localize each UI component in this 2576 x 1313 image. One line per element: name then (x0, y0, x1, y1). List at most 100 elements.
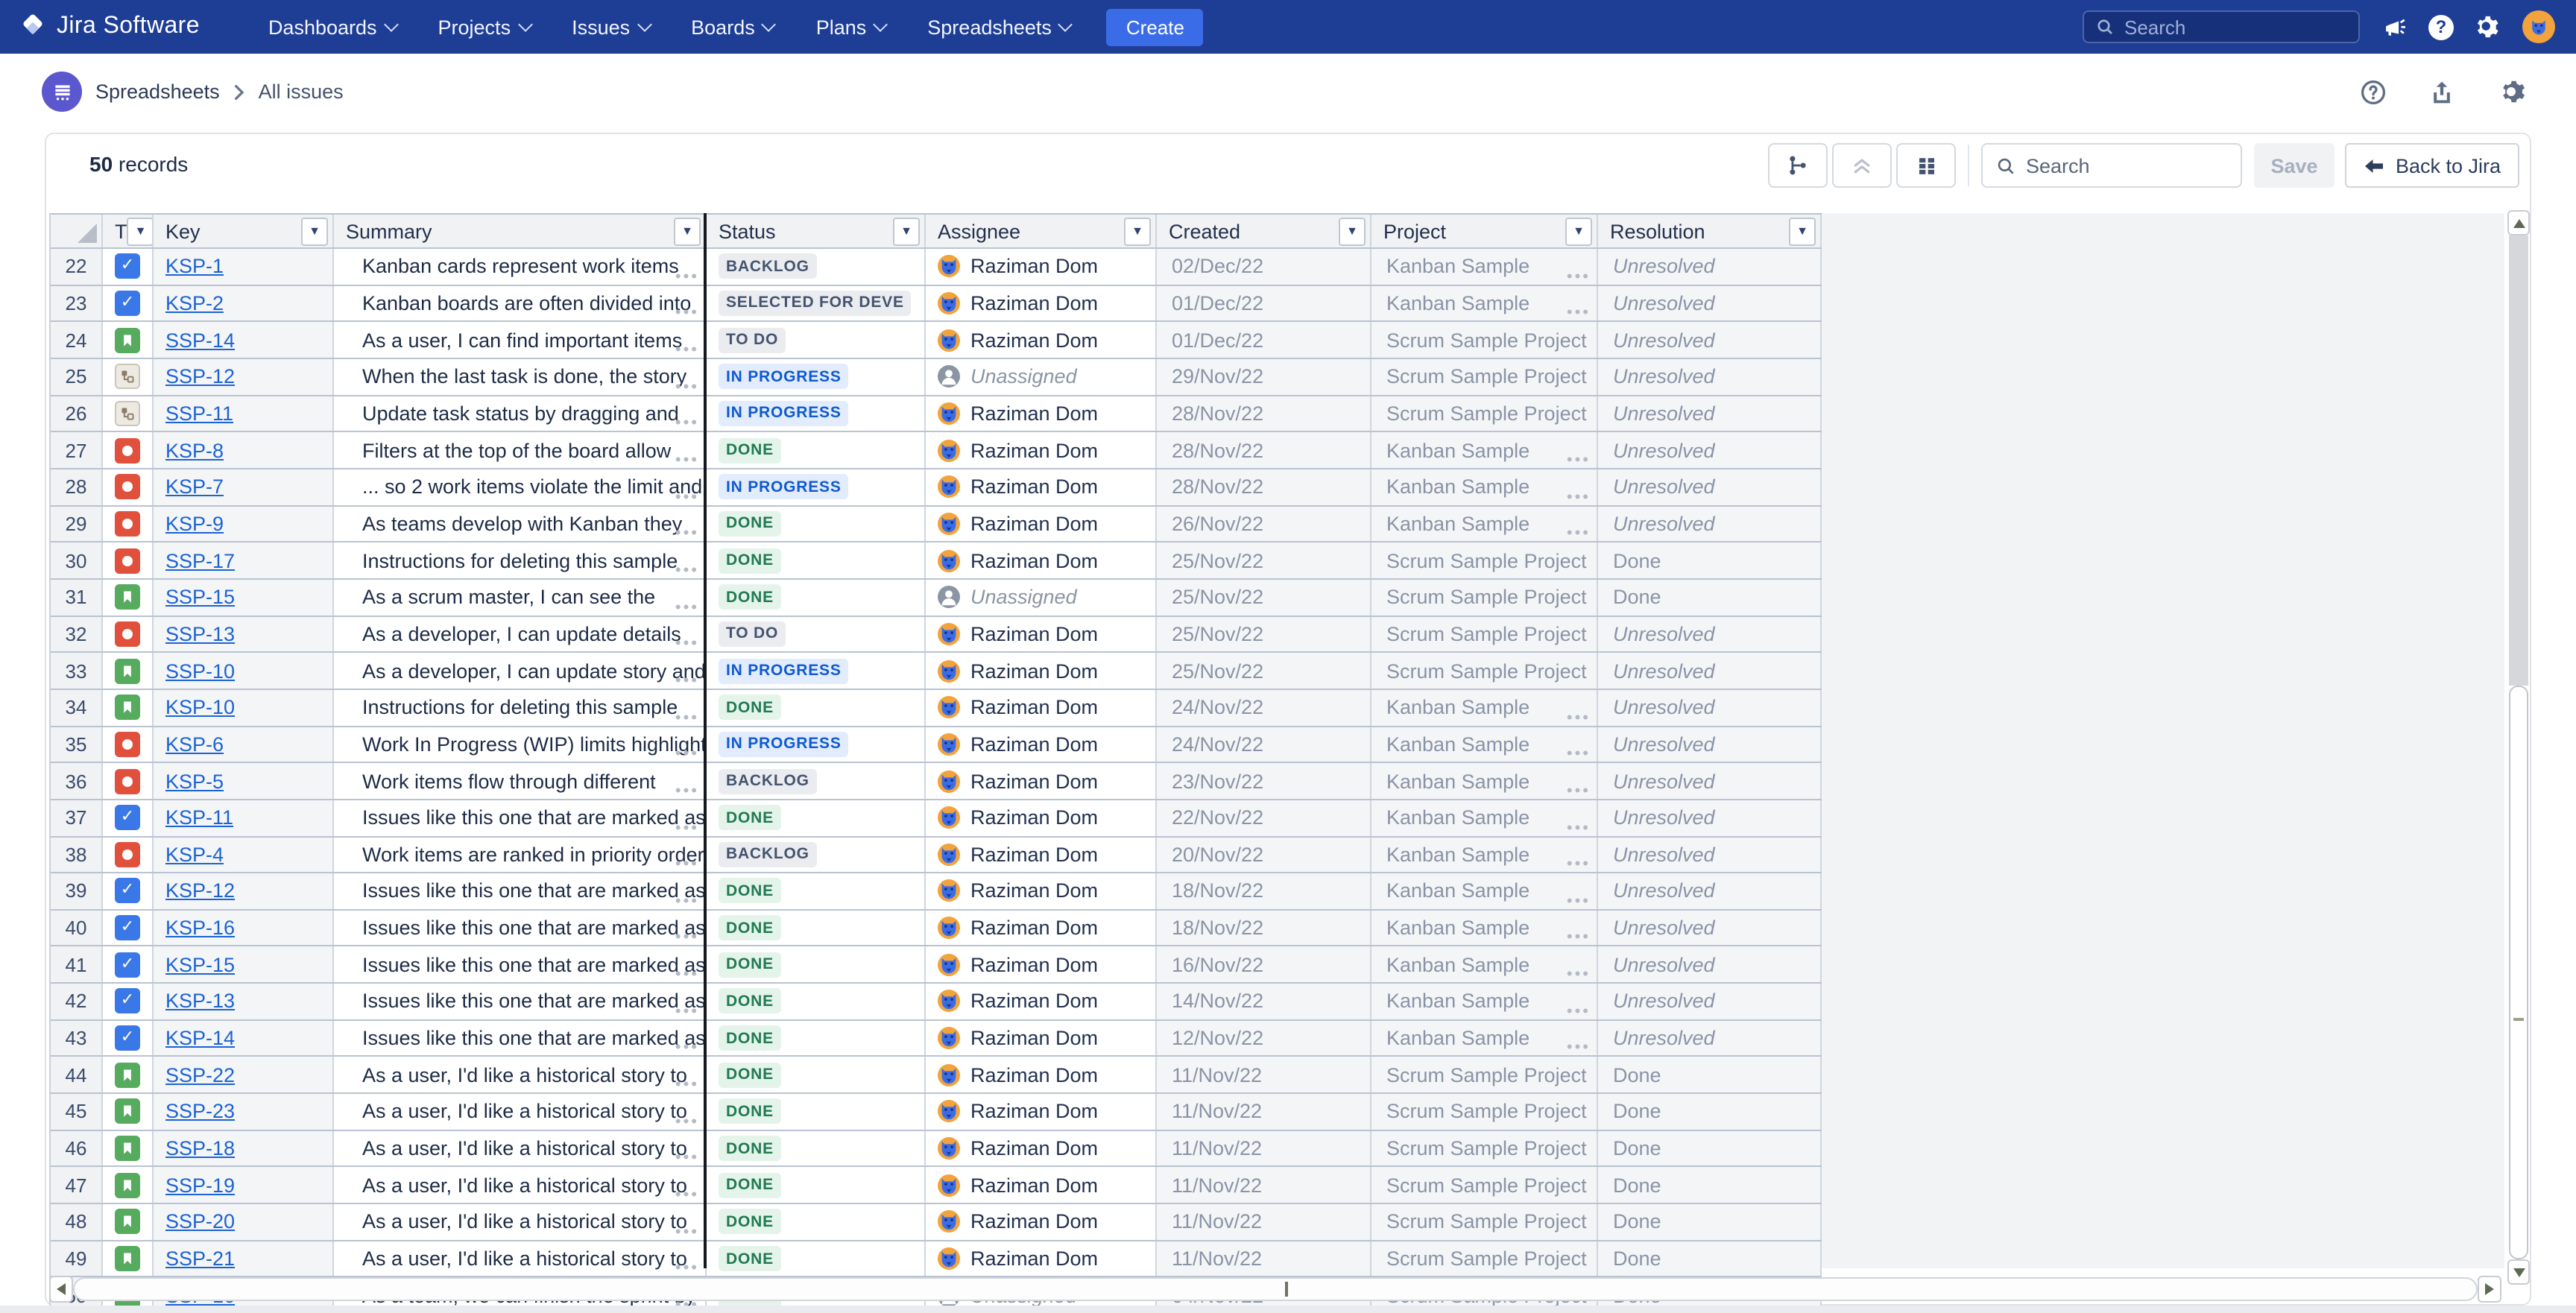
created-cell[interactable]: 25/Nov/22 (1157, 580, 1371, 615)
assignee-cell[interactable]: Raziman Dom (926, 1094, 1157, 1129)
issue-type-cell[interactable] (103, 359, 154, 394)
filter-dropdown-button[interactable]: ▼ (1789, 217, 1816, 245)
created-cell[interactable]: 01/Dec/22 (1157, 323, 1371, 358)
issue-key-link[interactable]: KSP-9 (165, 513, 224, 535)
project-cell[interactable]: Scrum Sample Project (1371, 616, 1598, 651)
summary-cell[interactable]: As a developer, I can update details••• (334, 616, 707, 651)
row-number[interactable]: 35 (51, 727, 103, 762)
assignee-cell[interactable]: Raziman Dom (926, 616, 1157, 651)
project-cell[interactable]: Kanban Sample••• (1371, 763, 1598, 798)
issue-key-cell[interactable]: SSP-15 (154, 580, 334, 615)
assignee-cell[interactable]: Raziman Dom (926, 433, 1157, 468)
scroll-left-button[interactable] (49, 1276, 73, 1303)
resolution-cell[interactable]: Done (1598, 1094, 1822, 1129)
issue-key-cell[interactable]: SSP-11 (154, 396, 334, 431)
status-cell[interactable]: DONE (707, 800, 926, 835)
summary-cell[interactable]: Work items flow through different••• (334, 763, 707, 798)
issue-key-link[interactable]: SSP-14 (165, 329, 235, 351)
row-number[interactable]: 36 (51, 763, 103, 798)
nav-item-projects[interactable]: Projects (438, 16, 531, 38)
created-cell[interactable]: 20/Nov/22 (1157, 837, 1371, 872)
project-cell[interactable]: Scrum Sample Project (1371, 1094, 1598, 1129)
status-cell[interactable]: DONE (707, 580, 926, 615)
issue-key-link[interactable]: SSP-11 (165, 402, 233, 425)
issue-key-cell[interactable]: SSP-13 (154, 616, 334, 651)
issue-key-link[interactable]: KSP-13 (165, 990, 235, 1013)
row-number[interactable]: 25 (51, 359, 103, 394)
issue-key-cell[interactable]: KSP-6 (154, 727, 334, 762)
assignee-cell[interactable]: Raziman Dom (926, 249, 1157, 284)
column-header-t[interactable]: T▼ (103, 215, 154, 247)
issue-key-link[interactable]: KSP-16 (165, 917, 235, 939)
project-cell[interactable]: Scrum Sample Project (1371, 543, 1598, 578)
issue-type-cell[interactable] (103, 469, 154, 504)
nav-item-boards[interactable]: Boards (691, 16, 774, 38)
created-cell[interactable]: 28/Nov/22 (1157, 433, 1371, 468)
summary-cell[interactable]: As a user, I'd like a historical story t… (334, 1204, 707, 1239)
issue-key-link[interactable]: KSP-14 (165, 1027, 235, 1049)
project-cell[interactable]: Scrum Sample Project (1371, 1131, 1598, 1166)
created-cell[interactable]: 02/Dec/22 (1157, 249, 1371, 284)
breadcrumb-app[interactable]: Spreadsheets (95, 80, 220, 103)
status-cell[interactable]: IN PROGRESS (707, 727, 926, 762)
filter-dropdown-button[interactable]: ▼ (1124, 217, 1151, 245)
filter-dropdown-button[interactable]: ▼ (127, 217, 154, 245)
issue-type-cell[interactable]: ✓ (103, 249, 154, 284)
created-cell[interactable]: 26/Nov/22 (1157, 506, 1371, 541)
filter-dropdown-button[interactable]: ▼ (1565, 217, 1592, 245)
issue-key-link[interactable]: SSP-15 (165, 586, 235, 608)
created-cell[interactable]: 11/Nov/22 (1157, 1131, 1371, 1166)
project-cell[interactable]: Scrum Sample Project (1371, 653, 1598, 688)
created-cell[interactable]: 11/Nov/22 (1157, 1094, 1371, 1129)
row-number[interactable]: 28 (51, 469, 103, 504)
summary-cell[interactable]: As a user, I'd like a historical story t… (334, 1241, 707, 1276)
assignee-cell[interactable]: Raziman Dom (926, 947, 1157, 982)
assignee-cell[interactable]: Raziman Dom (926, 323, 1157, 358)
resolution-cell[interactable]: Unresolved (1598, 469, 1822, 504)
nav-item-issues[interactable]: Issues (572, 16, 649, 38)
project-cell[interactable]: Scrum Sample Project (1371, 1057, 1598, 1092)
issue-type-cell[interactable] (103, 763, 154, 798)
status-cell[interactable]: IN PROGRESS (707, 469, 926, 504)
collapse-all-button[interactable] (1832, 143, 1892, 188)
row-number[interactable]: 33 (51, 653, 103, 688)
status-cell[interactable]: SELECTED FOR DEVE (707, 285, 926, 320)
created-cell[interactable]: 12/Nov/22 (1157, 1021, 1371, 1056)
issue-key-link[interactable]: SSP-12 (165, 366, 235, 388)
row-number[interactable]: 42 (51, 984, 103, 1019)
issue-type-cell[interactable] (103, 616, 154, 651)
status-cell[interactable]: IN PROGRESS (707, 396, 926, 431)
row-number[interactable]: 43 (51, 1021, 103, 1056)
issue-key-cell[interactable]: SSP-18 (154, 1131, 334, 1166)
breadcrumb-page[interactable]: All issues (259, 80, 344, 103)
created-cell[interactable]: 01/Dec/22 (1157, 285, 1371, 320)
issue-type-cell[interactable] (103, 323, 154, 358)
assignee-cell[interactable]: Raziman Dom (926, 911, 1157, 946)
sheet-search-input[interactable]: Search (1981, 143, 2242, 188)
row-number[interactable]: 26 (51, 396, 103, 431)
frozen-pane-divider[interactable] (704, 213, 707, 1268)
resolution-cell[interactable]: Unresolved (1598, 800, 1822, 835)
summary-cell[interactable]: As a user, I'd like a historical story t… (334, 1168, 707, 1203)
resolution-cell[interactable]: Unresolved (1598, 249, 1822, 284)
status-cell[interactable]: TO DO (707, 323, 926, 358)
created-cell[interactable]: 28/Nov/22 (1157, 469, 1371, 504)
resolution-cell[interactable]: Done (1598, 1057, 1822, 1092)
vertical-scrollbar[interactable] (2507, 210, 2530, 1285)
settings-icon[interactable] (2475, 13, 2501, 40)
summary-cell[interactable]: ... so 2 work items violate the limit an… (334, 469, 707, 504)
status-cell[interactable]: DONE (707, 1204, 926, 1239)
project-cell[interactable]: Kanban Sample••• (1371, 947, 1598, 982)
row-number[interactable]: 29 (51, 506, 103, 541)
summary-cell[interactable]: Instructions for deleting this sample••• (334, 543, 707, 578)
project-cell[interactable]: Kanban Sample••• (1371, 873, 1598, 908)
summary-cell[interactable]: As a user, I'd like a historical story t… (334, 1131, 707, 1166)
page-settings-icon[interactable] (2497, 77, 2525, 106)
project-cell[interactable]: Kanban Sample••• (1371, 690, 1598, 725)
resolution-cell[interactable]: Unresolved (1598, 837, 1822, 872)
summary-cell[interactable]: Work items are ranked in priority order•… (334, 837, 707, 872)
project-cell[interactable]: Kanban Sample••• (1371, 911, 1598, 946)
issue-type-cell[interactable] (103, 433, 154, 468)
assignee-cell[interactable]: Raziman Dom (926, 1131, 1157, 1166)
row-number[interactable]: 38 (51, 837, 103, 872)
